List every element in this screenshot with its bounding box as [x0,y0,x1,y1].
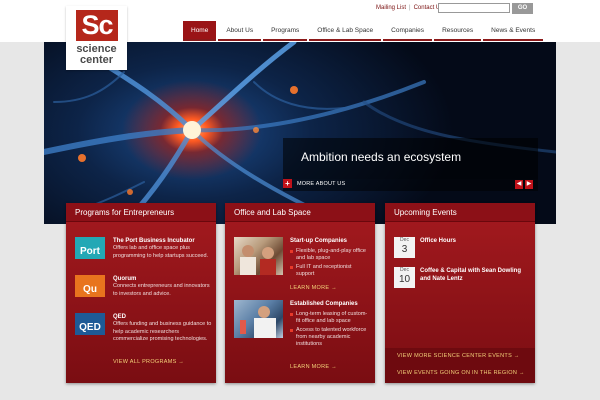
program-title[interactable]: Quorum [113,275,136,283]
bullet-item: Long-term leasing of custom-fit office a… [289,311,369,325]
events-links-footer: VIEW MORE SCIENCE CENTER EVENTS → VIEW E… [385,348,535,383]
plus-icon[interactable]: + [283,179,292,188]
search-input[interactable] [438,3,510,13]
logo-mark: Sc [76,10,118,41]
main-nav: Home About Us Programs Office & Lab Spac… [183,21,545,41]
qed-tile-label: QED [79,322,101,333]
nav-about-us[interactable]: About Us [218,21,262,41]
event-day: 3 [401,244,408,255]
nav-office-lab-space[interactable]: Office & Lab Space [309,21,382,41]
utility-links: Mailing List | Contact Us [376,5,443,11]
hero-title: Ambition needs an ecosystem [301,150,462,164]
program-description: Offers lab and office space plus program… [113,245,209,259]
bullet-item: Full IT and receptionist support [289,264,369,278]
startup-learn-more-link[interactable]: LEARN MORE → [290,285,337,291]
logo-word-center: center [79,54,114,66]
program-description: Offers funding and business guidance to … [113,321,212,342]
office-lab-card: Office and Lab Space Start-up Companies … [225,203,375,383]
startup-photo [234,237,283,275]
startup-bullets: Flexible, plug-and-play office and lab s… [289,248,369,280]
view-all-programs-link[interactable]: VIEW ALL PROGRAMS → [113,359,184,365]
nav-programs[interactable]: Programs [263,21,308,41]
event-day: 10 [398,274,411,285]
events-card: Upcoming Events Dec 3 Office Hours Dec 1… [385,203,535,383]
bullet-item: Access to talented workforce from nearby… [289,327,369,348]
chevron-left-icon[interactable]: ◀ [515,180,523,189]
mailing-list-link[interactable]: Mailing List [376,5,406,11]
qed-logo-tile: QED [75,313,105,335]
lab-workers-image [240,245,276,275]
event-date-badge: Dec 10 [394,267,415,288]
nav-home[interactable]: Home [183,21,217,41]
quorum-logo-tile: Qu [75,275,105,297]
nav-news-events[interactable]: News & Events [483,21,544,41]
port-tile-label: Port [80,246,100,257]
event-title[interactable]: Office Hours [420,237,528,245]
search-go-button[interactable]: GO [512,3,533,14]
science-center-logo[interactable]: Sc science center [66,6,127,70]
quorum-tile-label: Qu [83,284,97,295]
events-heading: Upcoming Events [385,203,535,222]
more-about-us-link[interactable]: MORE ABOUT US [297,181,345,187]
established-bullets: Long-term leasing of custom-fit office a… [289,311,369,350]
bullet-item: Flexible, plug-and-play office and lab s… [289,248,369,262]
hero-caption-panel: Ambition needs an ecosystem [283,138,538,179]
hero-more-bar: + MORE ABOUT US ◀ ▶ [283,179,538,191]
program-title[interactable]: The Port Business Incubator [113,237,195,245]
event-title[interactable]: Coffee & Capital with Sean Dowling and N… [420,267,528,283]
program-description: Connects entrepreneurs and innovators to… [113,283,210,297]
established-photo [234,300,283,338]
office-heading: Office and Lab Space [225,203,375,222]
event-month: Dec [400,267,409,273]
programs-heading: Programs for Entrepreneurs [66,203,216,222]
event-month: Dec [400,237,409,243]
nav-resources[interactable]: Resources [434,21,482,41]
event-date-badge: Dec 3 [394,237,415,258]
chevron-right-icon[interactable]: ▶ [525,180,533,189]
established-learn-more-link[interactable]: LEARN MORE → [290,364,337,370]
lab-scientist-image [240,306,276,338]
nav-companies[interactable]: Companies [383,21,433,41]
view-more-science-center-events-link[interactable]: VIEW MORE SCIENCE CENTER EVENTS → [397,353,520,359]
utility-separator: | [409,5,411,11]
view-regional-events-link[interactable]: VIEW EVENTS GOING ON IN THE REGION → [397,370,525,376]
startup-title[interactable]: Start-up Companies [290,237,347,245]
program-title[interactable]: QED [113,313,126,321]
port-logo-tile: Port [75,237,105,259]
programs-card: Programs for Entrepreneurs Port The Port… [66,203,216,383]
established-title[interactable]: Established Companies [290,300,358,308]
